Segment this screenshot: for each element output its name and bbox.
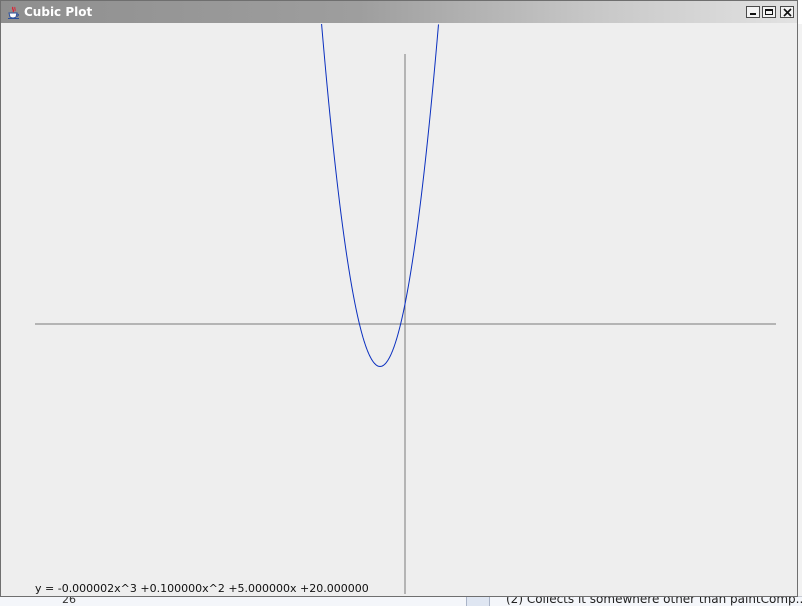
cubic-curve bbox=[321, 24, 439, 368]
title-bar[interactable]: Cubic Plot bbox=[1, 1, 797, 23]
equation-label: y = -0.000002x^3 +0.100000x^2 +5.000000x… bbox=[35, 582, 369, 595]
plot-canvas: y = -0.000002x^3 +0.100000x^2 +5.000000x… bbox=[5, 24, 795, 595]
close-icon[interactable] bbox=[780, 6, 794, 18]
minimize-icon[interactable] bbox=[746, 6, 760, 18]
cubic-plot-window: Cubic Plot y = -0.000002x^3 +0.100000x^2… bbox=[0, 0, 798, 597]
maximize-icon[interactable] bbox=[762, 6, 776, 18]
window-title: Cubic Plot bbox=[24, 5, 93, 19]
java-cup-icon[interactable] bbox=[7, 5, 21, 19]
